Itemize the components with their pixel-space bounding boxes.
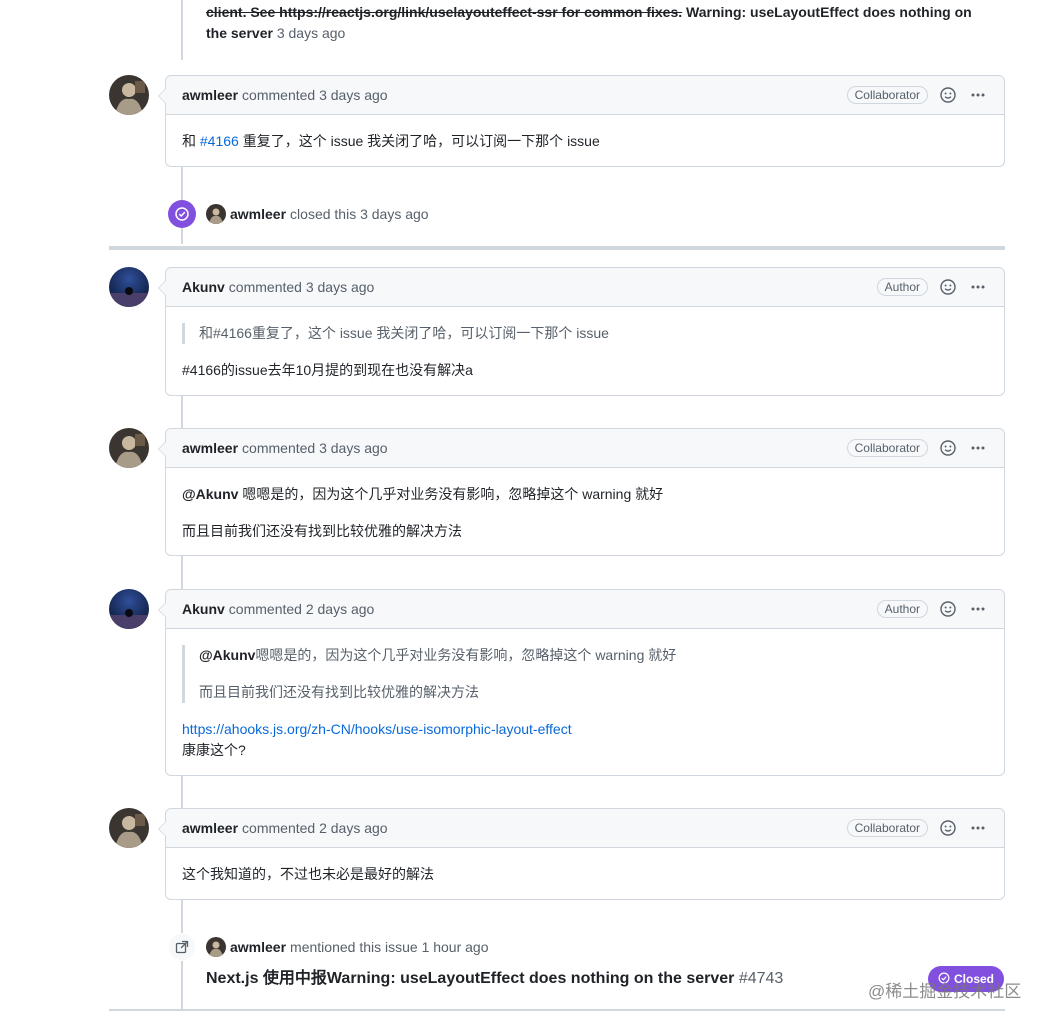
event-actor[interactable]: awmleer	[230, 939, 286, 955]
timeline-divider	[109, 246, 1005, 250]
avatar[interactable]	[109, 428, 149, 468]
issue-link[interactable]: #4166	[200, 133, 239, 149]
kebab-menu-icon[interactable]	[968, 85, 988, 105]
comment-author[interactable]: Akunv	[182, 279, 225, 295]
avatar[interactable]	[206, 937, 226, 957]
smiley-icon[interactable]	[938, 277, 958, 297]
comment-body: @Akunv嗯嗯是的，因为这个几乎对业务没有影响，忽略掉这个 warning 就…	[166, 629, 1004, 777]
comment-meta[interactable]: commented 3 days ago	[242, 440, 388, 456]
timeline-divider	[109, 1009, 1005, 1011]
old-title: client. See https://reactjs.org/link/use…	[206, 4, 683, 20]
referenced-issue[interactable]: Next.js 使用中报Warning: useLayoutEffect doe…	[206, 968, 783, 990]
avatar[interactable]	[109, 75, 149, 115]
comment-header: awmleer commented 3 days ago Collaborato…	[158, 429, 1004, 468]
comment-author[interactable]: awmleer	[182, 440, 238, 456]
comment: awmleer commented 3 days ago Collaborato…	[158, 428, 1005, 558]
user-mention[interactable]: @Akunv	[199, 647, 255, 663]
collaborator-badge: Collaborator	[846, 86, 928, 104]
body-text: 和	[182, 133, 200, 149]
event-time[interactable]: 3 days ago	[277, 25, 346, 41]
event-text: closed this 3 days ago	[290, 206, 429, 222]
referenced-issue-number[interactable]: #4743	[739, 970, 784, 987]
user-mention[interactable]: @Akunv	[182, 486, 238, 502]
body-text: #4166的issue去年10月提的到现在也没有解决a	[182, 362, 473, 378]
closed-event: awmleer closed this 3 days ago	[168, 200, 429, 228]
collaborator-badge: Collaborator	[846, 439, 928, 457]
comment: Akunv commented 2 days ago Author @Akunv…	[158, 589, 1005, 777]
event-text: mentioned this issue 1 hour ago	[290, 939, 489, 955]
kebab-menu-icon[interactable]	[968, 438, 988, 458]
smiley-icon[interactable]	[938, 85, 958, 105]
comment: awmleer commented 3 days ago Collaborato…	[158, 75, 1005, 168]
comment-meta[interactable]: commented 2 days ago	[229, 601, 375, 617]
avatar[interactable]	[109, 267, 149, 307]
rename-event: client. See https://reactjs.org/link/use…	[206, 2, 996, 44]
comment: Akunv commented 3 days ago Author 和#4166…	[158, 267, 1005, 397]
comment-header: awmleer commented 3 days ago Collaborato…	[158, 76, 1004, 115]
kebab-menu-icon[interactable]	[968, 277, 988, 297]
author-badge: Author	[876, 600, 928, 618]
body-text: 康康这个?	[182, 742, 246, 758]
timeline-line	[181, 775, 183, 809]
closed-issue-icon	[168, 200, 196, 228]
avatar[interactable]	[109, 589, 149, 629]
quote-text: 嗯嗯是的，因为这个几乎对业务没有影响，忽略掉这个 warning 就好	[255, 647, 677, 663]
comment-meta[interactable]: commented 3 days ago	[242, 87, 388, 103]
kebab-menu-icon[interactable]	[968, 818, 988, 838]
blockquote: 和#4166重复了，这个 issue 我关闭了哈，可以订阅一下那个 issue	[182, 323, 988, 344]
watermark: @稀土掘金技术社区	[868, 982, 1022, 1001]
body-text: 重复了，这个 issue 我关闭了哈，可以订阅一下那个 issue	[238, 133, 600, 149]
timeline-line	[181, 0, 183, 60]
timeline-line	[181, 556, 183, 590]
kebab-menu-icon[interactable]	[968, 599, 988, 619]
external-link[interactable]: https://ahooks.js.org/zh-CN/hooks/use-is…	[182, 721, 572, 737]
smiley-icon[interactable]	[938, 438, 958, 458]
comment-author[interactable]: awmleer	[182, 820, 238, 836]
comment-header: Akunv commented 3 days ago Author	[158, 268, 1004, 307]
comment-author[interactable]: Akunv	[182, 601, 225, 617]
comment-author[interactable]: awmleer	[182, 87, 238, 103]
cross-reference-icon	[168, 933, 196, 961]
comment: awmleer commented 2 days ago Collaborato…	[158, 808, 1005, 901]
avatar[interactable]	[109, 808, 149, 848]
collaborator-badge: Collaborator	[846, 819, 928, 837]
comment-body: 和#4166重复了，这个 issue 我关闭了哈，可以订阅一下那个 issue …	[166, 307, 1004, 397]
avatar[interactable]	[206, 204, 226, 224]
body-text: 嗯嗯是的，因为这个几乎对业务没有影响，忽略掉这个 warning 就好	[238, 486, 664, 502]
comment-meta[interactable]: commented 2 days ago	[242, 820, 388, 836]
body-text: 这个我知道的，不过也未必是最好的解法	[182, 866, 434, 882]
author-badge: Author	[876, 278, 928, 296]
body-text: 而且目前我们还没有找到比较优雅的解决方法	[182, 523, 462, 539]
comment-body: 和 #4166 重复了，这个 issue 我关闭了哈，可以订阅一下那个 issu…	[166, 115, 1004, 168]
comment-header: awmleer commented 2 days ago Collaborato…	[158, 809, 1004, 848]
comment-meta[interactable]: commented 3 days ago	[229, 279, 375, 295]
smiley-icon[interactable]	[938, 818, 958, 838]
mention-event: awmleer mentioned this issue 1 hour ago	[168, 933, 489, 961]
comment-header: Akunv commented 2 days ago Author	[158, 590, 1004, 629]
blockquote: @Akunv嗯嗯是的，因为这个几乎对业务没有影响，忽略掉这个 warning 就…	[182, 645, 988, 703]
quote-text: 而且目前我们还没有找到比较优雅的解决方法	[199, 684, 479, 700]
comment-body: 这个我知道的，不过也未必是最好的解法	[166, 848, 1004, 901]
timeline-line	[181, 396, 183, 428]
quote-text: 和#4166重复了，这个 issue 我关闭了哈，可以订阅一下那个 issue	[199, 325, 609, 341]
event-actor[interactable]: awmleer	[230, 206, 286, 222]
referenced-issue-title[interactable]: Next.js 使用中报Warning: useLayoutEffect doe…	[206, 970, 734, 987]
smiley-icon[interactable]	[938, 599, 958, 619]
comment-body: @Akunv 嗯嗯是的，因为这个几乎对业务没有影响，忽略掉这个 warning …	[166, 468, 1004, 558]
